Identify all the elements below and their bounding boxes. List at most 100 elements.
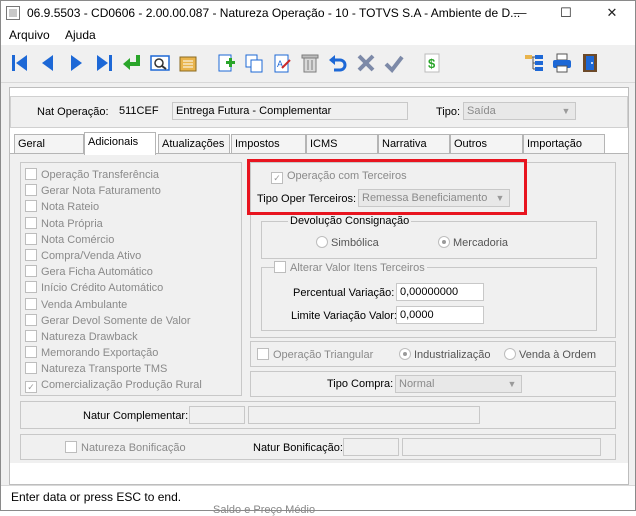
radio-selected-icon bbox=[399, 348, 411, 360]
cancel-icon[interactable] bbox=[353, 50, 379, 76]
form-area: Nat Operação: 511CEF Entrega Futura - Co… bbox=[9, 87, 629, 485]
option-checkbox[interactable]: Compra/Venda Ativo bbox=[25, 249, 141, 263]
exit-icon[interactable] bbox=[577, 50, 603, 76]
option-label: Gerar Devol Somente de Valor bbox=[41, 314, 191, 327]
app-icon bbox=[6, 6, 20, 20]
mercadoria-label: Mercadoria bbox=[453, 237, 509, 249]
option-checkbox[interactable]: Nota Rateio bbox=[25, 200, 99, 214]
tab-atualizacoes[interactable]: Atualizações bbox=[158, 134, 230, 154]
tab-importacao[interactable]: Importação bbox=[523, 134, 605, 154]
menu-bar: Arquivo Ajuda bbox=[1, 25, 635, 45]
print-icon[interactable] bbox=[549, 50, 575, 76]
industrializacao-radio[interactable]: Industrialização bbox=[399, 348, 490, 362]
chevron-down-icon: ▼ bbox=[507, 379, 517, 389]
checkbox-icon bbox=[25, 184, 37, 197]
status-bar: Enter data or press ESC to end. bbox=[1, 485, 635, 510]
checkbox-icon bbox=[257, 348, 269, 360]
option-checkbox[interactable]: Nota Comércio bbox=[25, 232, 115, 247]
tab-outros[interactable]: Outros bbox=[450, 134, 523, 154]
window-title: 06.9.5503 - CD0606 - 2.00.00.087 - Natur… bbox=[27, 6, 521, 20]
venda-ordem-radio[interactable]: Venda à Ordem bbox=[504, 348, 596, 362]
prev-record-icon[interactable] bbox=[35, 50, 61, 76]
left-options-group: Operação Transferência Gerar Nota Faturam… bbox=[20, 162, 242, 396]
tree-icon[interactable] bbox=[521, 50, 547, 76]
option-checkbox[interactable]: Gerar Nota Faturamento bbox=[25, 184, 161, 198]
undo-icon[interactable] bbox=[325, 50, 351, 76]
percentual-variacao-input[interactable]: 0,00000000 bbox=[396, 283, 484, 301]
checkbox-icon bbox=[25, 232, 37, 245]
tab-impostos[interactable]: Impostos bbox=[231, 134, 306, 154]
natureza-bonificacao-label: Natureza Bonificação bbox=[81, 442, 186, 454]
option-label: Comercialização Produção Rural bbox=[41, 378, 202, 391]
option-label: Venda Ambulante bbox=[41, 298, 128, 311]
checkbox-icon bbox=[25, 265, 37, 278]
option-checkbox[interactable]: Início Crédito Automático bbox=[25, 281, 163, 295]
tipo-select[interactable]: Saída ▼ bbox=[463, 102, 576, 120]
simbolica-radio[interactable]: Simbólica bbox=[316, 236, 379, 250]
option-checkbox[interactable]: Nota Própria bbox=[25, 216, 103, 231]
option-label: Nota Própria bbox=[41, 217, 103, 230]
copy-icon[interactable] bbox=[241, 50, 267, 76]
title-bar: 06.9.5503 - CD0606 - 2.00.00.087 - Natur… bbox=[1, 1, 635, 25]
list-icon[interactable] bbox=[175, 50, 201, 76]
option-checkbox[interactable]: Gera Ficha Automático bbox=[25, 265, 153, 279]
close-button[interactable]: ✕ bbox=[589, 1, 635, 25]
percentual-variacao-label: Percentual Variação: bbox=[293, 287, 395, 299]
chevron-down-icon: ▼ bbox=[561, 106, 571, 116]
natur-complementar-code-field[interactable] bbox=[189, 406, 245, 424]
menu-ajuda[interactable]: Ajuda bbox=[65, 28, 96, 42]
devolucao-consignacao-title: Devolução Consignação bbox=[288, 215, 412, 227]
option-checkbox[interactable]: Natureza Drawback bbox=[25, 330, 138, 344]
natur-complementar-group: Natur Complementar: bbox=[20, 401, 616, 429]
checkbox-icon bbox=[25, 168, 37, 180]
edit-icon[interactable]: A bbox=[269, 50, 295, 76]
operacao-triangular-checkbox[interactable]: Operação Triangular bbox=[257, 348, 373, 362]
option-checkbox[interactable]: ✓ Comercialização Produção Rural bbox=[25, 379, 202, 393]
limite-variacao-input[interactable]: 0,0000 bbox=[396, 306, 484, 324]
nat-operacao-label: Nat Operação: bbox=[37, 106, 109, 118]
tipo-compra-select[interactable]: Normal ▼ bbox=[395, 375, 522, 393]
tab-adicionais[interactable]: Adicionais bbox=[84, 132, 156, 155]
goto-icon[interactable] bbox=[119, 50, 145, 76]
checkbox-icon bbox=[25, 362, 37, 375]
search-icon[interactable] bbox=[147, 50, 173, 76]
tipo-compra-group: Tipo Compra: Normal ▼ bbox=[250, 371, 616, 397]
natur-bonificacao-code-field[interactable] bbox=[343, 438, 399, 456]
option-checkbox[interactable]: Venda Ambulante bbox=[25, 297, 128, 312]
money-icon[interactable]: $ bbox=[419, 50, 445, 76]
add-icon[interactable] bbox=[213, 50, 239, 76]
option-checkbox[interactable]: Operação Transferência bbox=[25, 168, 159, 182]
checkbox-icon bbox=[25, 216, 37, 229]
confirm-icon[interactable] bbox=[381, 50, 407, 76]
last-record-icon[interactable] bbox=[91, 50, 117, 76]
option-label: Memorando Exportação bbox=[41, 347, 159, 360]
maximize-button[interactable]: ☐ bbox=[543, 1, 589, 25]
option-checkbox[interactable]: Gerar Devol Somente de Valor bbox=[25, 313, 191, 328]
alterar-valor-label: Alterar Valor Itens Terceiros bbox=[290, 262, 425, 274]
natureza-bonificacao-checkbox[interactable]: Natureza Bonificação bbox=[65, 441, 186, 455]
nat-operacao-code-field[interactable]: 511CEF bbox=[115, 102, 171, 120]
next-record-icon[interactable] bbox=[63, 50, 89, 76]
alterar-valor-checkbox[interactable]: Alterar Valor Itens Terceiros bbox=[274, 261, 427, 275]
radio-selected-icon bbox=[438, 236, 450, 248]
application-window: 06.9.5503 - CD0606 - 2.00.00.087 - Natur… bbox=[0, 0, 636, 516]
option-checkbox[interactable]: Memorando Exportação bbox=[25, 346, 158, 360]
option-label: Nota Comércio bbox=[41, 233, 115, 246]
mercadoria-radio[interactable]: Mercadoria bbox=[438, 236, 508, 250]
operacao-triangular-group: Operação Triangular Industrialização Ven… bbox=[250, 341, 616, 367]
header-panel: Nat Operação: 511CEF Entrega Futura - Co… bbox=[10, 96, 628, 128]
highlight-box bbox=[247, 159, 527, 215]
checkbox-icon bbox=[25, 346, 37, 359]
delete-icon[interactable] bbox=[297, 50, 323, 76]
devolucao-consignacao-group: Devolução Consignação Simbólica Mercador… bbox=[261, 215, 597, 259]
menu-arquivo[interactable]: Arquivo bbox=[9, 28, 50, 42]
checkbox-icon bbox=[65, 441, 77, 453]
checkbox-icon bbox=[25, 297, 37, 310]
tab-geral[interactable]: Geral bbox=[14, 134, 84, 154]
tab-narrativa[interactable]: Narrativa bbox=[378, 134, 450, 154]
tab-icms[interactable]: ICMS bbox=[306, 134, 378, 154]
svg-text:$: $ bbox=[428, 56, 436, 71]
minimize-button[interactable]: — bbox=[497, 1, 543, 25]
first-record-icon[interactable] bbox=[7, 50, 33, 76]
option-checkbox[interactable]: Natureza Transporte TMS bbox=[25, 362, 167, 376]
